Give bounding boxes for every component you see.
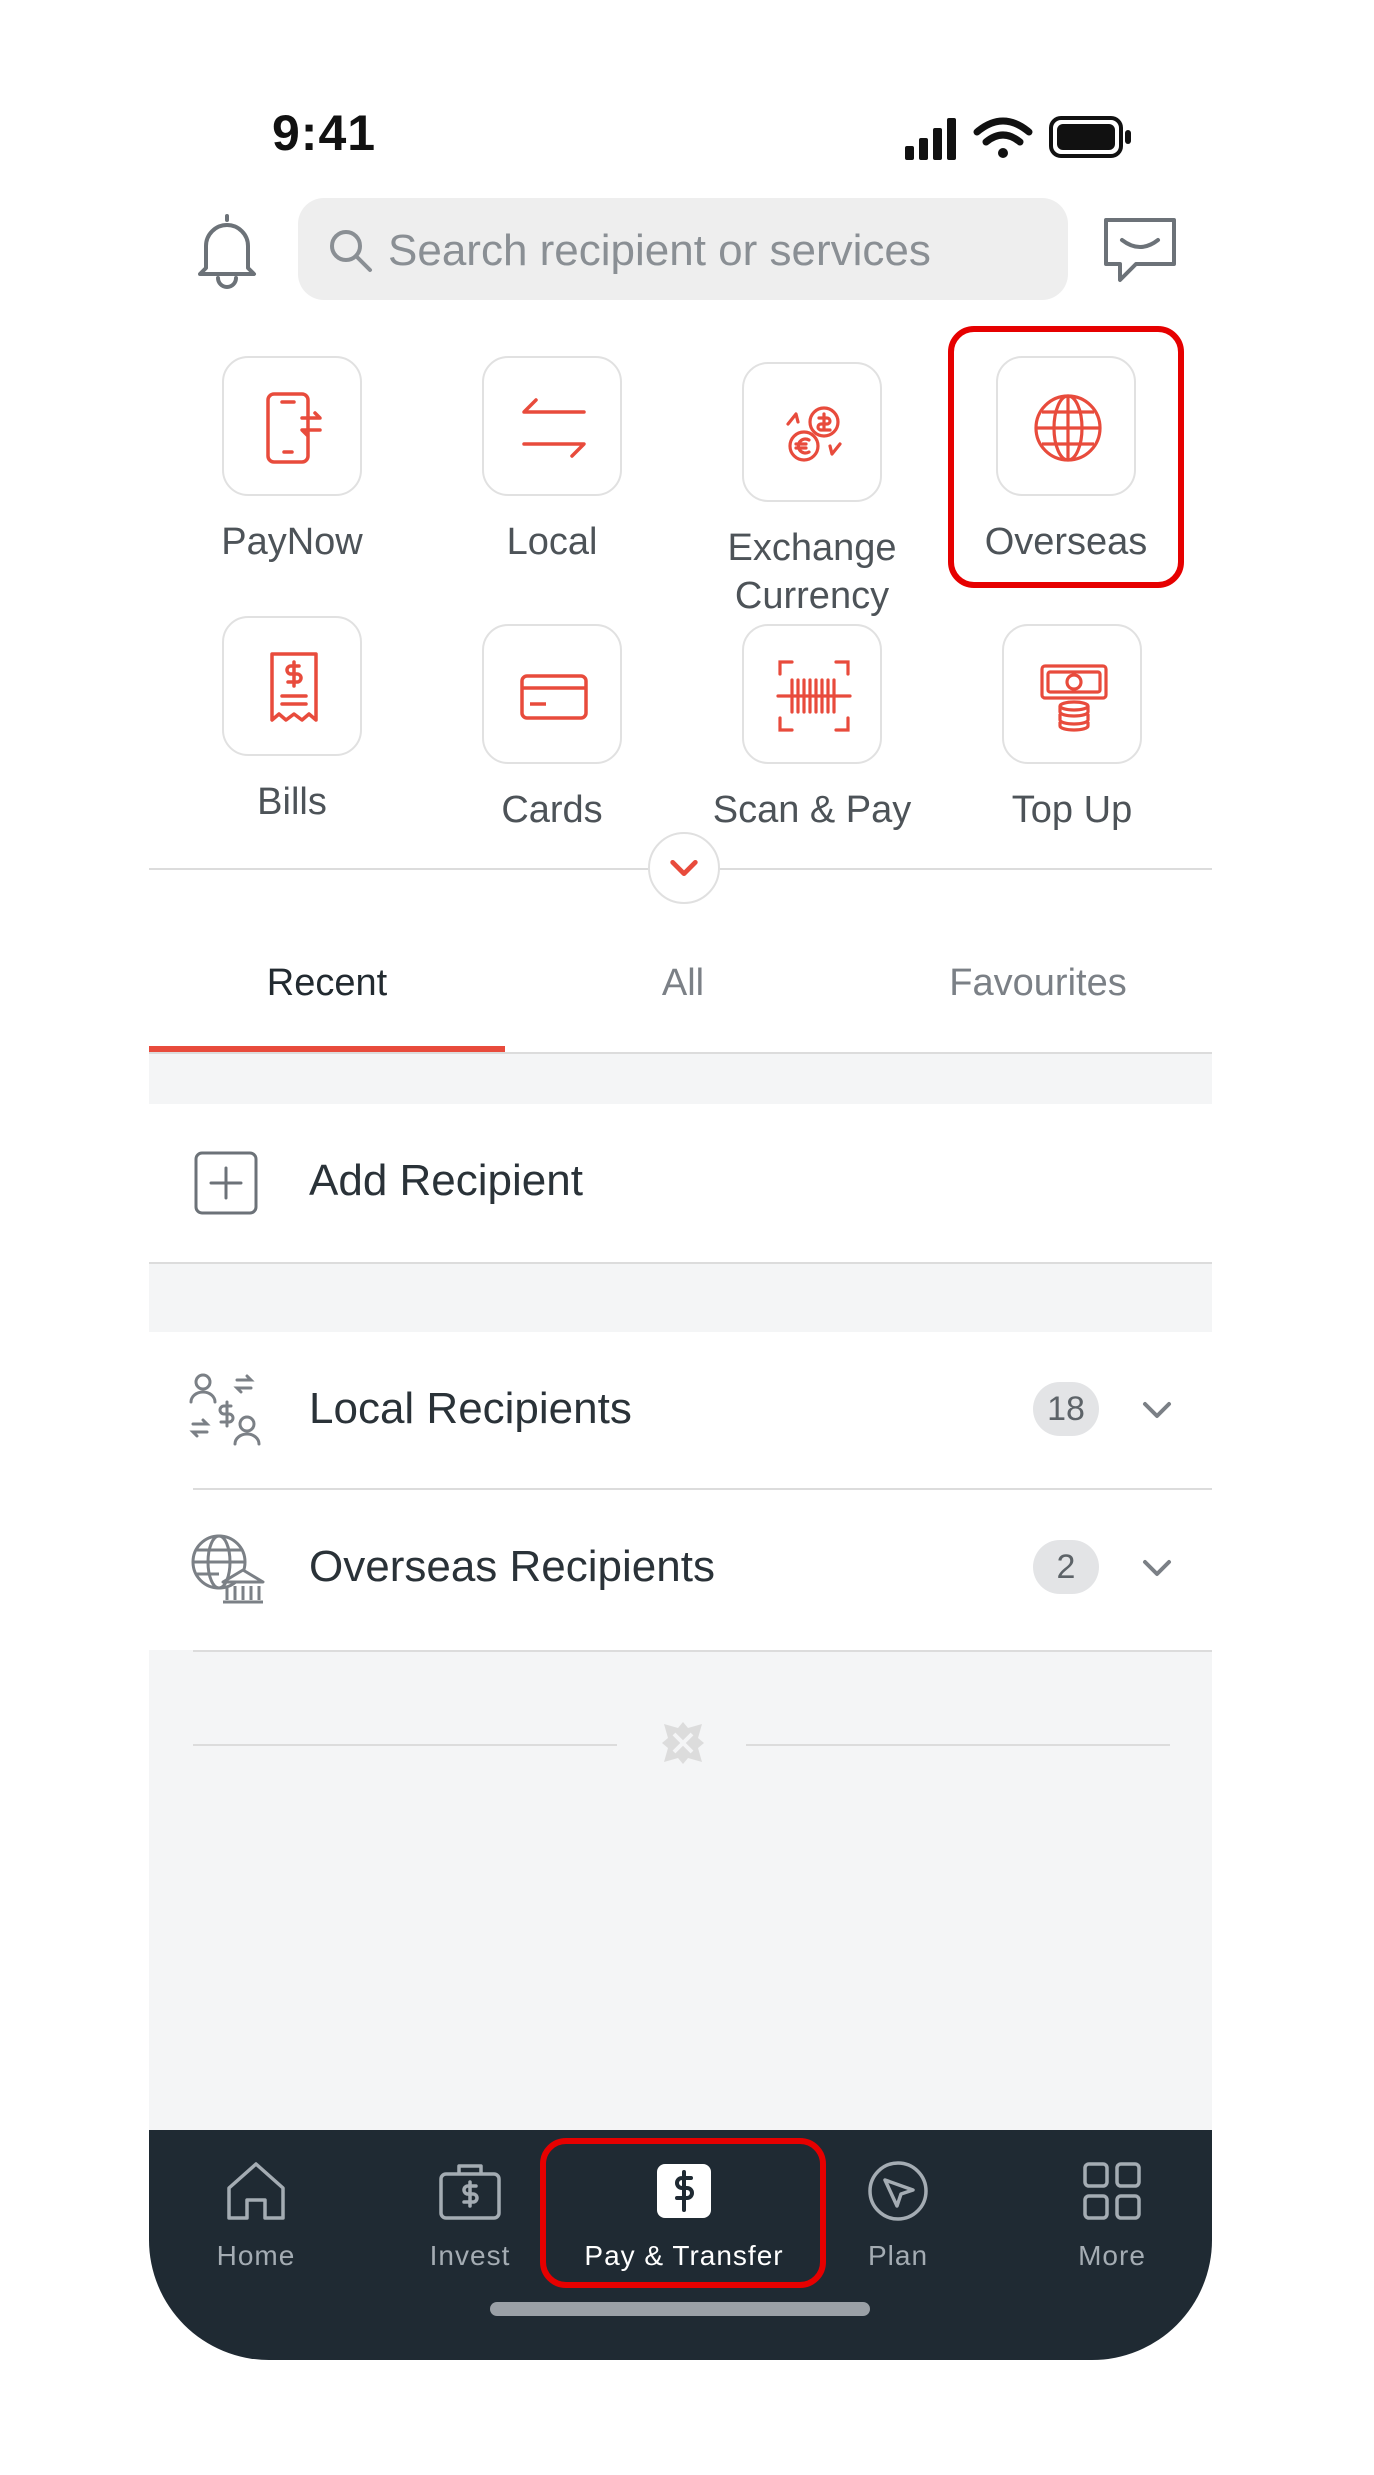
- end-list-line-left: [193, 1744, 617, 1746]
- overseas-recipients-count-badge: 2: [1033, 1540, 1099, 1594]
- credit-card-icon: [520, 674, 588, 720]
- quick-action-cards[interactable]: Cards: [442, 624, 662, 834]
- chevron-down-icon: [670, 859, 698, 877]
- local-recipients-count-badge: 18: [1033, 1382, 1099, 1436]
- chevron-down-icon[interactable]: [1135, 1388, 1179, 1432]
- nav-pay-transfer[interactable]: Pay & Transfer: [584, 2156, 784, 2272]
- more-grid-icon: [1083, 2162, 1141, 2220]
- bill-receipt-icon: [270, 652, 318, 722]
- chat-message-icon[interactable]: [1100, 214, 1180, 290]
- local-recipients-label: Local Recipients: [309, 1384, 632, 1433]
- local-recipients-row[interactable]: Local Recipients 18: [149, 1332, 1212, 1488]
- quick-action-overseas[interactable]: Overseas: [956, 356, 1176, 566]
- search-bar[interactable]: Search recipient or services: [298, 198, 1068, 300]
- invest-briefcase-icon: [439, 2164, 501, 2220]
- local-recipients-icon: [189, 1373, 261, 1446]
- nav-more[interactable]: More: [1012, 2156, 1212, 2272]
- pay-transfer-dollar-icon: [657, 2164, 711, 2218]
- quick-action-bills[interactable]: Bills: [182, 616, 402, 826]
- globe-icon: [1034, 394, 1102, 462]
- quick-action-scan-pay[interactable]: Scan & Pay: [702, 624, 922, 834]
- plan-compass-icon: [868, 2161, 928, 2221]
- overseas-bank-globe-icon: [191, 1534, 265, 1604]
- signal-icon: [905, 118, 956, 160]
- nav-plan[interactable]: Plan: [798, 2156, 998, 2272]
- status-icons: [905, 116, 1131, 160]
- add-recipient-row[interactable]: Add Recipient: [149, 1104, 1212, 1262]
- add-plus-icon: [194, 1151, 258, 1215]
- paynow-phone-icon: [266, 392, 322, 464]
- end-list-line-right: [746, 1744, 1170, 1746]
- status-time: 9:41: [272, 105, 377, 161]
- chevron-down-icon[interactable]: [1135, 1546, 1179, 1590]
- search-icon: [330, 230, 372, 272]
- quick-action-exchange-currency[interactable]: Exchange Currency: [702, 362, 922, 620]
- recipients-group: Local Recipients 18 Overseas Recipients …: [149, 1332, 1212, 1650]
- quick-action-paynow[interactable]: PayNow: [182, 356, 402, 566]
- overseas-recipients-label: Overseas Recipients: [309, 1542, 715, 1591]
- battery-icon: [1049, 116, 1131, 158]
- quick-action-local[interactable]: Local: [442, 356, 662, 566]
- end-of-list-logo-icon: [662, 1722, 704, 1764]
- overseas-recipients-row[interactable]: Overseas Recipients 2: [149, 1490, 1212, 1648]
- expand-quick-actions-button[interactable]: [648, 832, 720, 904]
- tab-recent[interactable]: Recent: [149, 962, 505, 1005]
- quick-action-top-up[interactable]: Top Up: [962, 624, 1182, 834]
- row-divider: [193, 1650, 1212, 1652]
- wifi-icon: [973, 117, 1033, 158]
- top-up-cash-icon: [1040, 664, 1108, 732]
- search-placeholder: Search recipient or services: [388, 226, 931, 275]
- row-divider: [149, 1262, 1212, 1264]
- exchange-currency-icon: [786, 406, 842, 462]
- tab-all[interactable]: All: [505, 962, 861, 1005]
- tab-favourites[interactable]: Favourites: [860, 962, 1216, 1005]
- home-icon: [227, 2162, 285, 2220]
- add-recipient-label: Add Recipient: [309, 1156, 583, 1205]
- barcode-scan-icon: [776, 660, 852, 732]
- home-indicator: [490, 2302, 870, 2316]
- local-transfer-arrows-icon: [522, 398, 586, 458]
- nav-home[interactable]: Home: [156, 2156, 356, 2272]
- notification-bell-icon[interactable]: [192, 210, 262, 290]
